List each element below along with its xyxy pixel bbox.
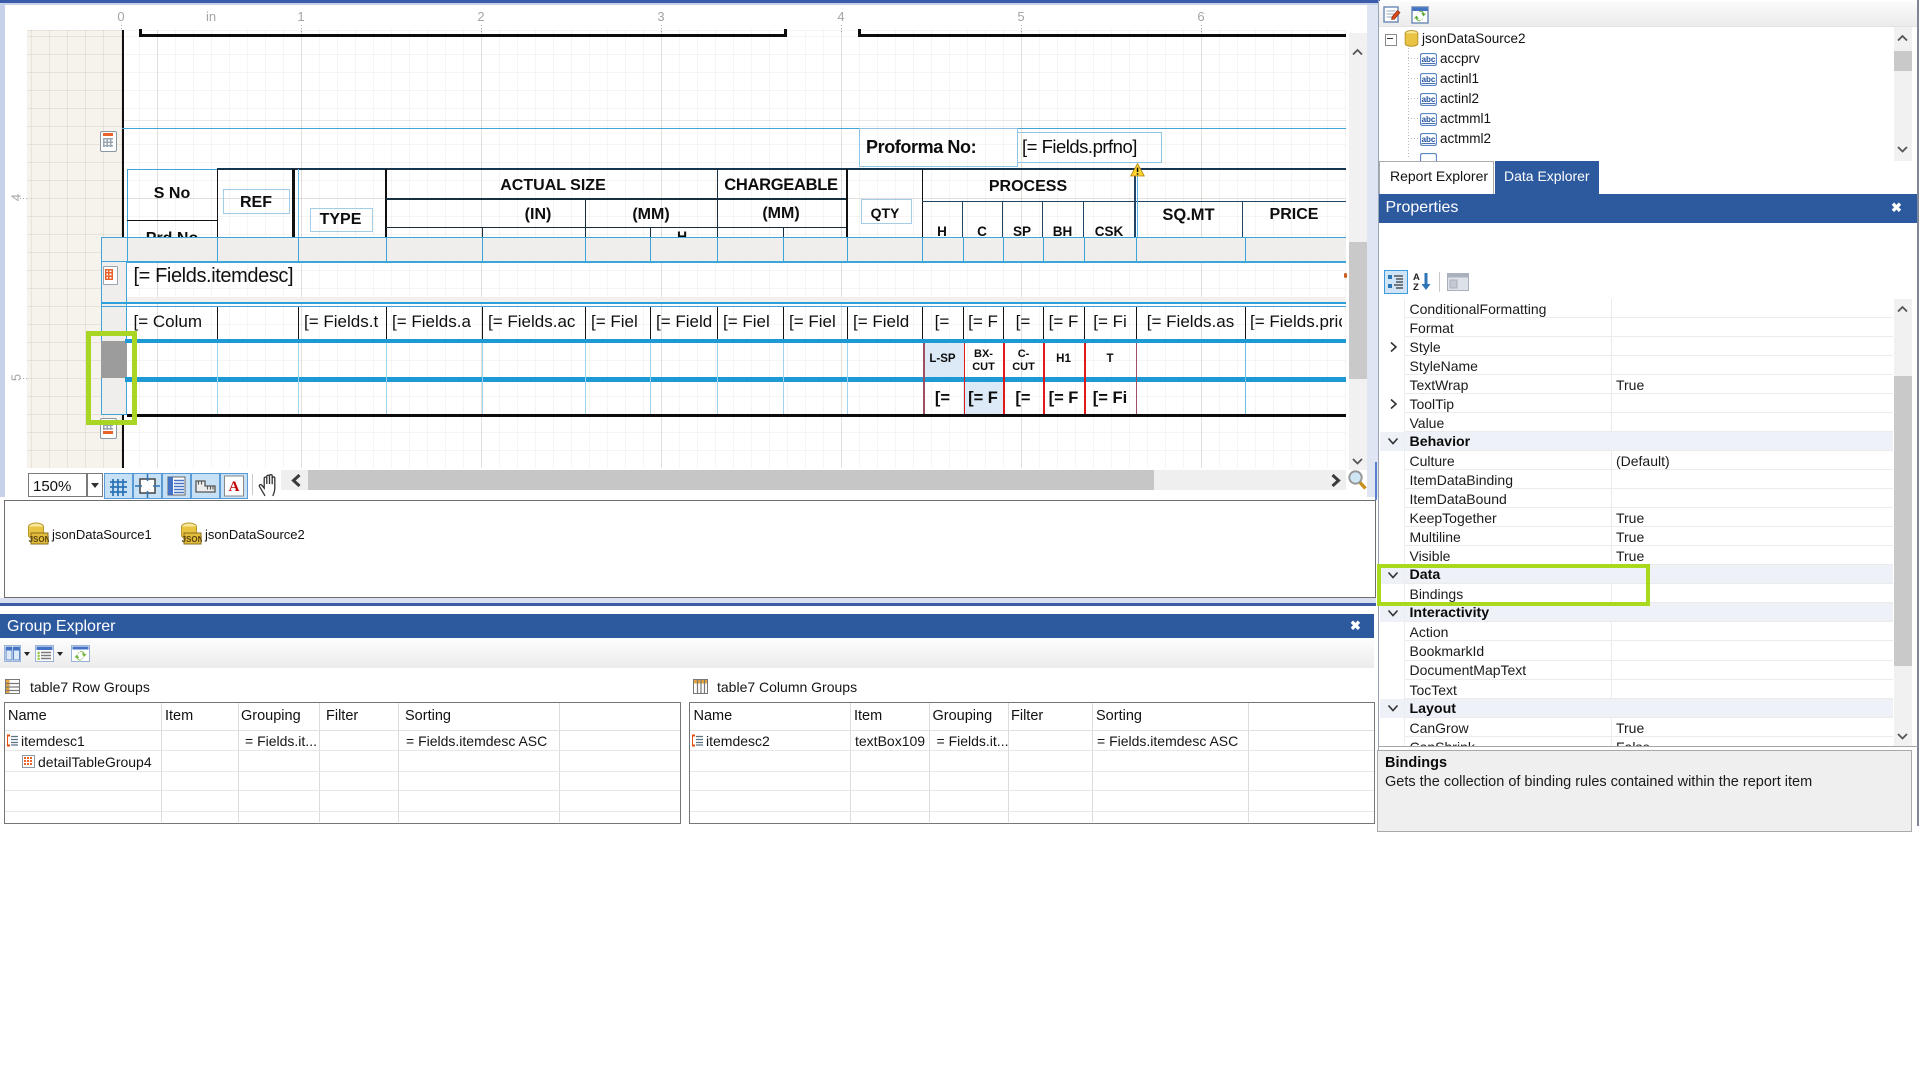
svg-text:abc: abc	[1422, 115, 1436, 124]
svg-text:abc: abc	[1422, 75, 1436, 84]
svg-text:A: A	[229, 479, 240, 495]
svg-text:JSON: JSON	[29, 535, 49, 544]
svg-text:abc: abc	[1422, 135, 1436, 144]
svg-text:Z: Z	[1413, 282, 1419, 292]
svg-text:JSON: JSON	[182, 535, 202, 544]
svg-text:abc: abc	[1422, 55, 1436, 64]
svg-text:abc: abc	[1422, 95, 1436, 104]
